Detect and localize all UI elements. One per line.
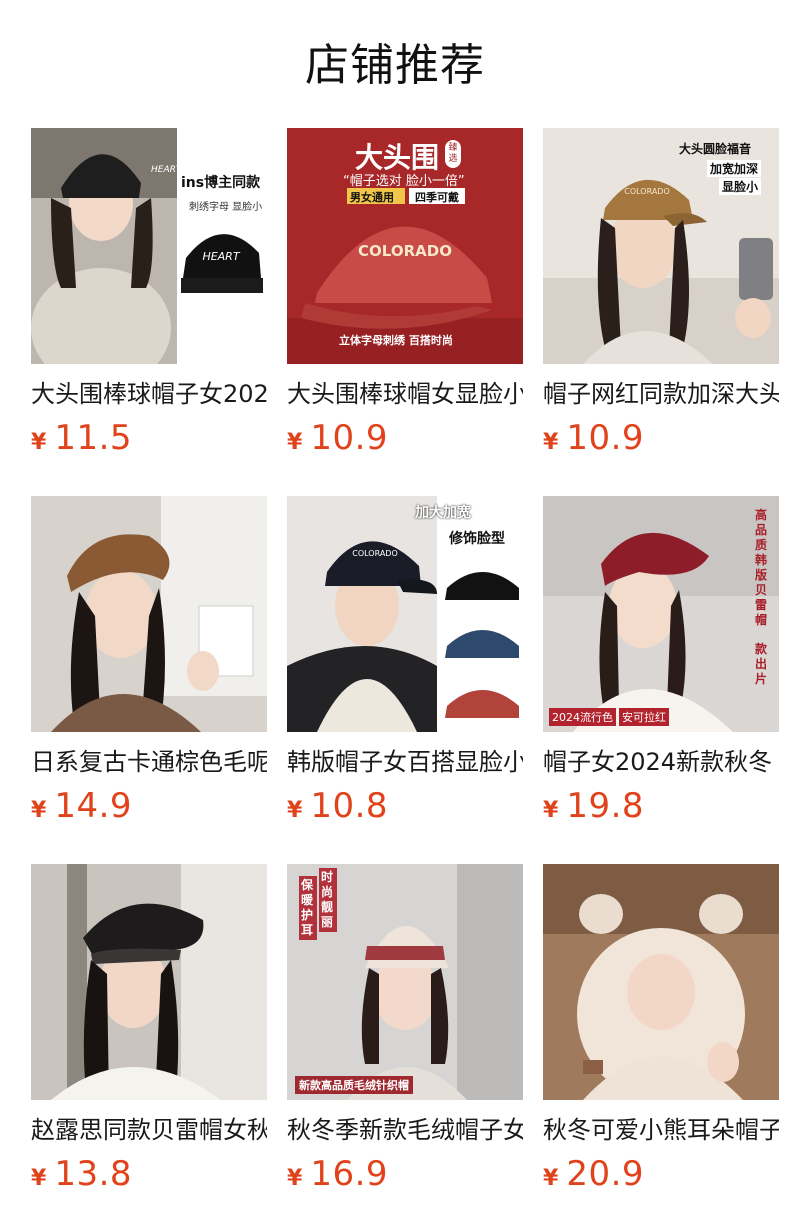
product-price: ¥10.8	[287, 786, 523, 830]
product-card[interactable]: COLORADO 大头围 臻选 “帽子选对 脸小一倍” 男女通用 四季可戴 立体…	[287, 128, 523, 496]
cap-print: HEART	[202, 250, 240, 263]
image-tag: 四季可戴	[415, 191, 459, 204]
currency-symbol: ¥	[287, 1166, 303, 1191]
image-tag: 修饰脸型	[449, 531, 505, 547]
product-title[interactable]: 日系复古卡通棕色毛呢	[31, 746, 267, 778]
image-footer: 新款高品质毛绒针织帽	[295, 1076, 413, 1094]
product-title[interactable]: 秋冬可爱小熊耳朵帽子	[543, 1114, 779, 1146]
currency-symbol: ¥	[31, 798, 47, 823]
image-slogan: “帽子选对 脸小一倍”	[343, 174, 465, 189]
currency-symbol: ¥	[287, 430, 303, 455]
product-title[interactable]: 韩版帽子女百搭显脸小	[287, 746, 523, 778]
product-image[interactable]: COLORADO 大头围 臻选 “帽子选对 脸小一倍” 男女通用 四季可戴 立体…	[287, 128, 523, 364]
product-card[interactable]: COLORADO 大头圆脸福音 加宽加深 显脸小 帽子网红同款加深大头围 ¥10…	[543, 128, 779, 496]
cap-print: COLORADO	[624, 187, 670, 196]
image-tag: 2024流行色	[549, 708, 616, 726]
product-title[interactable]: 大头围棒球帽女显脸小	[287, 378, 523, 410]
image-badge: 臻选	[445, 140, 461, 168]
product-image[interactable]	[31, 864, 267, 1100]
product-card[interactable]: 保暖护耳 时尚靓丽 新款高品质毛绒针织帽 秋冬季新款毛绒帽子女 ¥16.9	[287, 864, 523, 1232]
svg-text:HEART: HEART	[151, 165, 183, 175]
product-title[interactable]: 大头围棒球帽子女2024	[31, 378, 267, 410]
product-card[interactable]: 赵露思同款贝雷帽女秋冬 ¥13.8	[31, 864, 267, 1232]
image-tag: 安可拉红	[619, 708, 669, 726]
product-title[interactable]: 秋冬季新款毛绒帽子女	[287, 1114, 523, 1146]
price-amount: 19.8	[566, 786, 645, 826]
product-price: ¥20.9	[543, 1154, 779, 1198]
price-amount: 13.8	[54, 1154, 133, 1194]
image-tag: 显脸小	[719, 178, 762, 195]
product-price: ¥10.9	[287, 418, 523, 462]
image-tag: 时尚靓丽	[319, 868, 337, 932]
cap-print: COLORADO	[352, 549, 398, 558]
product-image[interactable]	[31, 496, 267, 732]
product-image[interactable]: HEART HEART ins博主同款 刺绣字母 显脸小	[31, 128, 267, 364]
product-image[interactable]: COLORADO 大头圆脸福音 加宽加深 显脸小	[543, 128, 779, 364]
price-amount: 14.9	[54, 786, 133, 826]
product-title[interactable]: 赵露思同款贝雷帽女秋冬	[31, 1114, 267, 1146]
product-price: ¥11.5	[31, 418, 267, 462]
price-amount: 10.8	[310, 786, 389, 826]
product-card[interactable]: 日系复古卡通棕色毛呢 ¥14.9	[31, 496, 267, 864]
image-tag: 刺绣字母 显脸小	[189, 202, 263, 213]
page-title: 店铺推荐	[305, 40, 485, 91]
product-price: ¥19.8	[543, 786, 779, 830]
price-amount: 11.5	[54, 418, 133, 458]
product-title[interactable]: 帽子网红同款加深大头围	[543, 378, 779, 410]
image-side-text: 高品质韩版贝雷帽	[755, 508, 768, 627]
currency-symbol: ¥	[31, 1166, 47, 1191]
product-grid: HEART HEART ins博主同款 刺绣字母 显脸小 大头围棒球帽子女202…	[31, 128, 790, 1232]
image-tag: 大头圆脸福音	[679, 142, 752, 156]
price-amount: 10.9	[566, 418, 645, 458]
product-photo	[543, 496, 779, 732]
currency-symbol: ¥	[31, 430, 47, 455]
product-photo	[31, 496, 267, 732]
image-tag: 保暖护耳	[299, 876, 317, 940]
product-price: ¥10.9	[543, 418, 779, 462]
currency-symbol: ¥	[543, 1166, 559, 1191]
cap-print: COLORADO	[358, 242, 452, 260]
currency-symbol: ¥	[543, 798, 559, 823]
product-card[interactable]: HEART HEART ins博主同款 刺绣字母 显脸小 大头围棒球帽子女202…	[31, 128, 267, 496]
product-photo	[31, 864, 267, 1100]
product-price: ¥13.8	[31, 1154, 267, 1198]
product-card[interactable]: 高品质韩版贝雷帽 款出片 2024流行色 安可拉红 帽子女2024新款秋冬 ¥1…	[543, 496, 779, 864]
product-price: ¥16.9	[287, 1154, 523, 1198]
image-side-text: 款出片	[755, 642, 768, 686]
product-photo: HEART HEART	[31, 128, 267, 364]
product-image[interactable]: 保暖护耳 时尚靓丽 新款高品质毛绒针织帽	[287, 864, 523, 1100]
currency-symbol: ¥	[287, 798, 303, 823]
image-footer: 立体字母刺绣 百搭时尚	[339, 334, 453, 347]
product-card[interactable]: COLORADO 加大加宽 修饰脸型 韩版帽子女百搭显脸小 ¥10.8	[287, 496, 523, 864]
price-amount: 20.9	[566, 1154, 645, 1194]
image-tag: 加宽加深	[707, 160, 762, 177]
product-image[interactable]: 高品质韩版贝雷帽 款出片 2024流行色 安可拉红	[543, 496, 779, 732]
image-tag: ins博主同款	[181, 175, 261, 191]
product-image[interactable]	[543, 864, 779, 1100]
product-card[interactable]: 秋冬可爱小熊耳朵帽子 ¥20.9	[543, 864, 779, 1232]
price-amount: 16.9	[310, 1154, 389, 1194]
price-amount: 10.9	[310, 418, 389, 458]
product-title[interactable]: 帽子女2024新款秋冬	[543, 746, 779, 778]
product-price: ¥14.9	[31, 786, 267, 830]
image-tag: 加大加宽	[415, 505, 471, 521]
product-photo	[543, 864, 779, 1100]
currency-symbol: ¥	[543, 430, 559, 455]
product-image[interactable]: COLORADO 加大加宽 修饰脸型	[287, 496, 523, 732]
image-tag: 男女通用	[350, 191, 394, 204]
